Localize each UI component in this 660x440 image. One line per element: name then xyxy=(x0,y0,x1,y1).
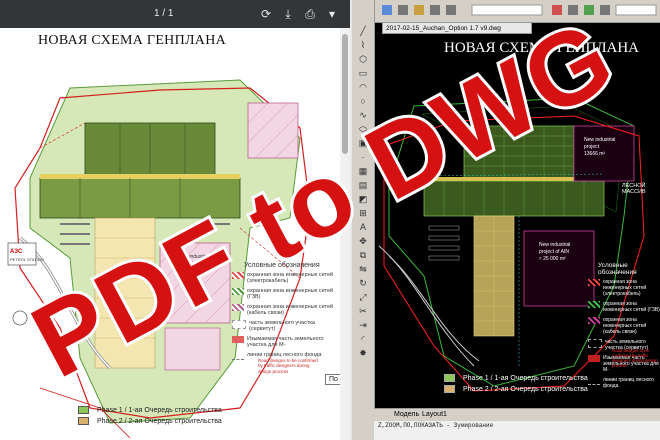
table-tool-icon[interactable]: ⊞ xyxy=(357,208,369,219)
cad-building-label-2b: project of AIN xyxy=(539,249,569,255)
gas-station-brand: АЗС xyxy=(10,249,23,255)
pdf-building-label-2: project of AIN xyxy=(178,261,208,267)
cad-side-toolbar: ╱ ⌇ ⬡ ▭ ◠ ○ ∿ ⬭ ▣ · ▦ ▤ ◩ ⊞ A ✥ ⧉ ⇋ ↻ ⤢ … xyxy=(352,0,375,440)
cad-building-label-1c: 13666 m² xyxy=(584,151,605,157)
cad-building-label-1b: project xyxy=(584,144,600,150)
scale-tool-icon[interactable]: ⤢ xyxy=(357,292,369,303)
cad-building-label-1a: New industrial xyxy=(584,137,615,143)
cad-building-label-2a: New industrial xyxy=(539,242,570,248)
insert-block-icon[interactable]: ▣ xyxy=(357,138,369,149)
gas-station-sub: PETROL STATION xyxy=(10,257,44,262)
cad-toolbar xyxy=(352,0,660,23)
extend-tool-icon[interactable]: ⇥ xyxy=(357,320,369,331)
ellipse-tool-icon[interactable]: ⬭ xyxy=(357,124,369,135)
rotate-icon[interactable]: ⟳ xyxy=(258,6,274,22)
rotate-tool-icon[interactable]: ↻ xyxy=(357,278,369,289)
mirror-tool-icon[interactable]: ⇋ xyxy=(357,264,369,275)
pdf-viewer: 1 / 1 ⟳ ⤓ ⎙ ▾ НОВАЯ СХЕМА ГЕНПЛАНА АЗС P… xyxy=(0,0,350,440)
legend-item: охранная зона инженерных сетей (электрок… xyxy=(588,279,660,297)
cad-phase-legend: Phase 1 / 1-ая Очередь строительства Pha… xyxy=(444,374,588,396)
pdf-toolbar: 1 / 1 ⟳ ⤓ ⎙ ▾ xyxy=(0,0,350,28)
pdf-legend-title: Условные обозначения xyxy=(244,262,320,269)
move-tool-icon[interactable]: ✥ xyxy=(357,236,369,247)
screenshot-stage: 1 / 1 ⟳ ⤓ ⎙ ▾ НОВАЯ СХЕМА ГЕНПЛАНА АЗС P… xyxy=(0,0,660,440)
arc-tool-icon[interactable]: ◠ xyxy=(357,82,369,93)
download-icon[interactable]: ⤓ xyxy=(280,6,296,22)
drawing-tab[interactable]: 2017-02-15_Auchan_Option 1.7 v9.dwg xyxy=(382,22,532,34)
legend-item: охранная зона инженерных сетей (электрок… xyxy=(232,272,342,284)
polyline-tool-icon[interactable]: ⌇ xyxy=(357,40,369,51)
pdf-site-plan: АЗС PETROL STATION New industrial projec… xyxy=(7,79,311,439)
hatch-tool-icon[interactable]: ▦ xyxy=(357,166,369,177)
polygon-tool-icon[interactable]: ⬡ xyxy=(357,54,369,65)
command-line[interactable]: Z,ZOOM,ПО,ПОКАЗАТЬ - Зумирование xyxy=(374,421,660,440)
fillet-tool-icon[interactable]: ◜ xyxy=(357,334,369,345)
legend-item: охранная зона инженерных сетей (кабель с… xyxy=(588,317,660,335)
pdf-road-note: Road designs to be confirmed by traffic … xyxy=(258,358,318,374)
rectangle-tool-icon[interactable]: ▭ xyxy=(357,68,369,79)
cad-layout-bar: Модель Layout1 xyxy=(374,408,660,422)
pdf-building-label-3: ≈ 25 000 m² xyxy=(178,268,205,274)
cad-building-label-2c: ≈ 25 000 m² xyxy=(539,256,566,262)
copy-tool-icon[interactable]: ⧉ xyxy=(357,250,369,261)
phase-2-item: Phase 2 / 2-ая Очередь строительства xyxy=(78,417,222,425)
pdf-legend: Условные обозначения охранная зона инжен… xyxy=(232,262,342,364)
legend-item: Изымаемая часть земельного участка для М… xyxy=(232,336,342,348)
cad-legend: Условные обозначения охранная зона инжен… xyxy=(588,262,660,393)
print-icon[interactable]: ⎙ xyxy=(302,6,318,22)
point-tool-icon[interactable]: · xyxy=(357,152,369,163)
cad-legend-title: Условные обозначения xyxy=(598,262,637,276)
legend-item: часть земельного участка (сервитут) xyxy=(232,320,342,332)
legend-item: охранная зона инженерных сетей (кабель с… xyxy=(232,304,342,316)
page-indicator: 1 / 1 xyxy=(154,8,174,19)
phase-1-item: Phase 1 / 1-ая Очередь строительства xyxy=(444,374,588,382)
explode-tool-icon[interactable]: ✸ xyxy=(357,348,369,359)
model-tab[interactable]: Модель xyxy=(394,411,419,418)
pdf-scrollbar-thumb[interactable] xyxy=(342,34,348,154)
spline-tool-icon[interactable]: ∿ xyxy=(357,110,369,121)
forest-label: ЛЕСНОЙ МАССИВ xyxy=(622,183,646,195)
layout1-tab[interactable]: Layout1 xyxy=(422,411,447,418)
text-tool-icon[interactable]: A xyxy=(357,222,369,233)
cad-road-note: Road designs to be confirmed by traffic … xyxy=(612,348,658,369)
legend-item: охранная зона инженерных сетей (ГЗВ) xyxy=(232,288,342,300)
region-tool-icon[interactable]: ◩ xyxy=(357,194,369,205)
trim-tool-icon[interactable]: ✂ xyxy=(357,306,369,317)
legend-item: охранная зона инженерных сетей (ГЗВ) xyxy=(588,301,660,313)
phase-1-item: Phase 1 / 1-ая Очередь строительства xyxy=(78,406,222,414)
pdf-phase-legend: Phase 1 / 1-ая Очередь строительства Pha… xyxy=(78,406,222,428)
circle-tool-icon[interactable]: ○ xyxy=(357,96,369,107)
phase-2-item: Phase 2 / 2-ая Очередь строительства xyxy=(444,385,588,393)
pdf-building-label-1: New industrial xyxy=(178,254,209,260)
line-tool-icon[interactable]: ╱ xyxy=(357,26,369,37)
gradient-tool-icon[interactable]: ▤ xyxy=(357,180,369,191)
command-line-text: Z,ZOOM,ПО,ПОКАЗАТЬ - Зумирование xyxy=(378,422,494,429)
bookmark-menu-icon[interactable]: ▾ xyxy=(324,6,340,22)
cad-toolbar-icons xyxy=(382,4,657,16)
legend-item: линии границ лесного фонда xyxy=(588,377,660,389)
